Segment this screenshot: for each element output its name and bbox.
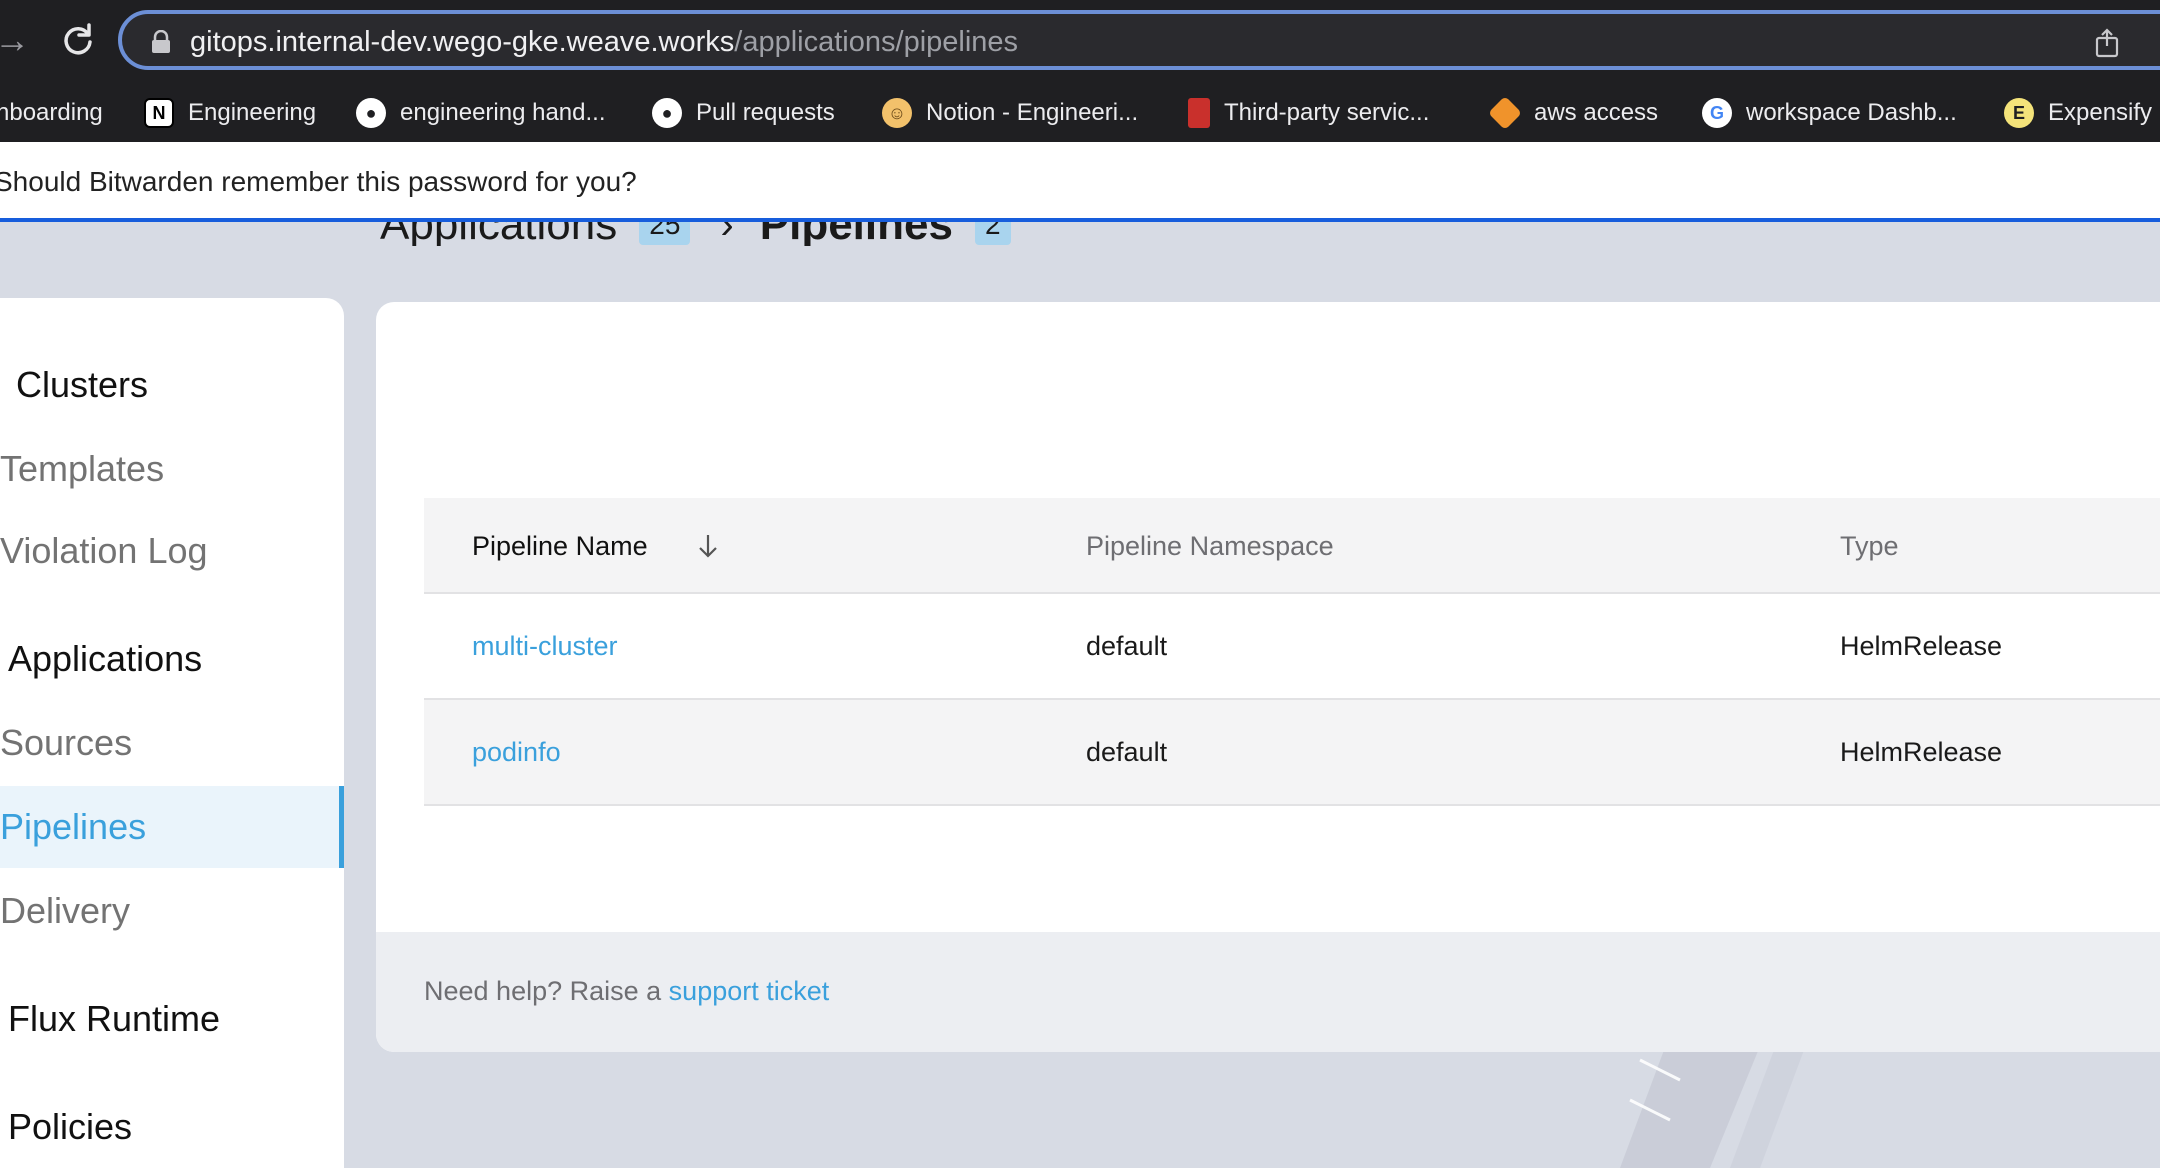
url-text[interactable]: gitops.internal-dev.wego-gke.weave.works… — [190, 26, 1018, 58]
help-prefix: Need help? Raise a — [424, 976, 669, 1006]
bitwarden-prompt: Should Bitwarden remember this password … — [0, 166, 637, 197]
column-header-type[interactable]: Type — [1840, 498, 1899, 594]
pipelines-panel: Pipeline Name Pipeline Namespace Type mu… — [376, 302, 2160, 1052]
bookmark-label: Engineering — [188, 99, 317, 126]
reload-icon[interactable] — [58, 20, 98, 60]
pipeline-type: HelmRelease — [1840, 630, 2003, 661]
pipeline-namespace: default — [1086, 736, 1168, 767]
bookmark-label: Pull requests — [696, 99, 835, 126]
help-text: Need help? Raise a support ticket — [424, 976, 829, 1007]
bookmark-label: aws access — [1534, 99, 1659, 126]
table-row: multi-cluster default HelmRelease — [424, 594, 2160, 700]
sidebar-item-sources[interactable]: Sources — [0, 702, 344, 784]
sidebar-item-delivery[interactable]: Delivery — [0, 870, 344, 952]
bookmark-label: Expensify — [2048, 99, 2153, 126]
lock-icon — [152, 30, 170, 53]
bookmark-label: Third-party servic... — [1224, 99, 1430, 126]
pipelines-table: Pipeline Name Pipeline Namespace Type mu… — [424, 498, 2160, 806]
bookmark-aws-access[interactable]: aws access — [1488, 84, 1659, 142]
url-path: /applications/pipelines — [734, 26, 1019, 58]
book-icon — [1188, 98, 1210, 128]
applications-count-badge: 25 — [639, 222, 691, 245]
bookmark-label: engineering hand... — [400, 99, 606, 126]
sidebar-item-templates[interactable]: Templates — [0, 428, 344, 510]
bookmark-label: workspace Dashb... — [1746, 99, 1957, 126]
support-ticket-link[interactable]: support ticket — [669, 976, 830, 1006]
sidebar-item-policies[interactable]: Policies — [8, 1086, 352, 1168]
bookmark-onboarding[interactable]: nboarding — [0, 84, 103, 142]
breadcrumb: Applications 25 › Pipelines 2 — [380, 222, 1080, 246]
address-bar[interactable]: gitops.internal-dev.wego-gke.weave.works… — [118, 10, 2160, 70]
breadcrumb-applications[interactable]: Applications — [380, 222, 617, 246]
bookmark-engineering-handbook[interactable]: ● engineering hand... — [356, 84, 606, 142]
bookmark-label: Notion - Engineeri... — [926, 99, 1139, 126]
bookmark-engineering[interactable]: N Engineering — [144, 84, 316, 142]
sidebar-item-pipelines[interactable]: Pipelines — [0, 786, 344, 868]
bookmark-expensify[interactable]: E Expensify — [2004, 84, 2152, 142]
expensify-icon: E — [2004, 98, 2034, 128]
arrow-down-icon[interactable] — [696, 532, 720, 560]
pipeline-name-link[interactable]: multi-cluster — [472, 594, 618, 698]
column-header-pipeline-namespace[interactable]: Pipeline Namespace — [1086, 498, 1334, 594]
bookmark-pull-requests[interactable]: ● Pull requests — [652, 84, 835, 142]
sidebar: Clusters Templates Violation Log Applica… — [0, 298, 344, 1168]
sidebar-item-clusters[interactable]: Clusters — [16, 344, 360, 426]
bitwarden-save-password-bar: Should Bitwarden remember this password … — [0, 142, 2160, 222]
pipelines-count-badge: 2 — [974, 222, 1011, 245]
sidebar-item-applications[interactable]: Applications — [8, 618, 352, 700]
google-icon: G — [1702, 98, 1732, 128]
github-icon: ● — [652, 98, 682, 128]
bookmarks-bar: nboarding N Engineering ● engineering ha… — [0, 84, 2160, 142]
bookmark-notion-engineering[interactable]: ☺ Notion - Engineeri... — [882, 84, 1138, 142]
url-host: gitops.internal-dev.wego-gke.weave.works — [190, 26, 735, 58]
notion-icon: N — [144, 98, 174, 128]
github-icon: ● — [356, 98, 386, 128]
sidebar-item-flux-runtime[interactable]: Flux Runtime — [8, 978, 352, 1060]
pipeline-name-link[interactable]: podinfo — [472, 700, 561, 804]
table-row: podinfo default HelmRelease — [424, 700, 2160, 806]
forward-arrow-icon[interactable]: → — [0, 20, 32, 60]
pipeline-namespace: default — [1086, 630, 1168, 661]
pipeline-type: HelmRelease — [1840, 736, 2003, 767]
column-header-label: Pipeline Name — [472, 530, 648, 561]
share-icon[interactable] — [2092, 28, 2122, 58]
bookmark-label: nboarding — [0, 99, 103, 126]
notion-avatar-icon: ☺ — [882, 98, 912, 128]
browser-toolbar: → gitops.internal-dev.wego-gke.weave.wor… — [0, 0, 2160, 84]
column-header-pipeline-name[interactable]: Pipeline Name — [472, 498, 720, 594]
help-footer: Need help? Raise a support ticket — [376, 932, 2160, 1052]
aws-box-icon — [1488, 96, 1522, 130]
bookmark-third-party[interactable]: Third-party servic... — [1188, 84, 1429, 142]
sidebar-item-violation-log[interactable]: Violation Log — [0, 510, 344, 592]
chevron-right-icon: › — [720, 222, 734, 246]
bookmark-workspace-dashboard[interactable]: G workspace Dashb... — [1702, 84, 1957, 142]
breadcrumb-pipelines: Pipelines — [760, 222, 953, 246]
table-header: Pipeline Name Pipeline Namespace Type — [424, 498, 2160, 594]
